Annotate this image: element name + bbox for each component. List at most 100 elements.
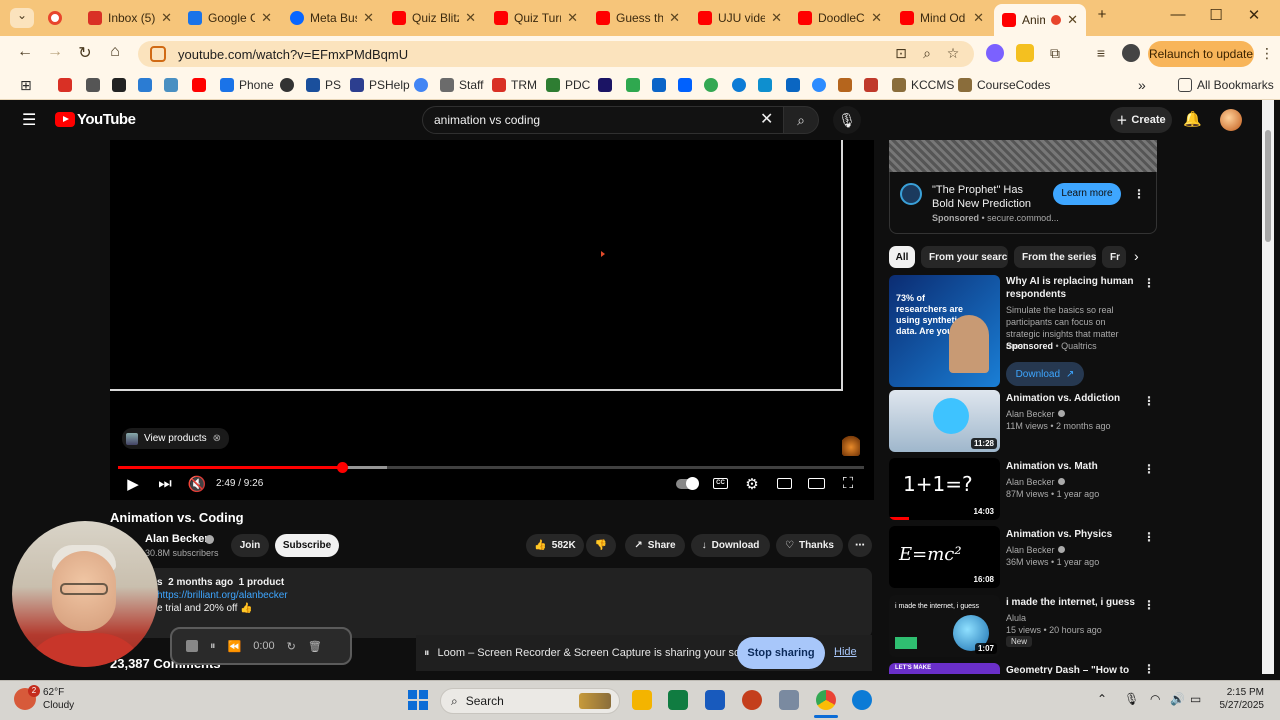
tab-uju[interactable]: UJU vide ✕: [690, 4, 790, 32]
bookmark-outlook[interactable]: [652, 76, 666, 94]
share-button[interactable]: ↗ Share: [625, 534, 685, 557]
tab-search-dropdown[interactable]: ⌄: [10, 8, 34, 28]
download-button[interactable]: ↓ Download: [691, 534, 770, 557]
bookmark-k[interactable]: [758, 76, 772, 94]
pause-sharing-icon[interactable]: ⏸: [424, 647, 430, 660]
tab-close-icon[interactable]: ✕: [567, 10, 578, 26]
tab-doodle[interactable]: DoodleC ✕: [790, 4, 890, 32]
bookmark-media[interactable]: [164, 76, 178, 94]
video-thumbnail[interactable]: LET'S MAKE: [889, 663, 1000, 674]
more-vertical-icon[interactable]: ⋮: [1143, 662, 1153, 674]
rewind-icon[interactable]: ⏪: [228, 640, 242, 653]
bookmark-link[interactable]: [626, 76, 640, 94]
tab-mind[interactable]: Mind Od ✕: [892, 4, 992, 32]
excel-icon[interactable]: [668, 690, 688, 710]
voice-search-mic-icon[interactable]: 🎙: [833, 106, 861, 134]
volume-icon[interactable]: 🔊: [1170, 692, 1185, 706]
channel-watermark-icon[interactable]: [842, 434, 860, 456]
pause-icon[interactable]: ⏸: [210, 640, 216, 653]
notifications-bell-icon[interactable]: 🔔: [1183, 110, 1202, 128]
ad-title[interactable]: "The Prophet" Has Bold New Prediction: [932, 183, 1042, 211]
bookmark-star-icon[interactable]: ☆: [944, 45, 962, 62]
channel-name[interactable]: Alan Becker: [1006, 477, 1065, 487]
bookmark-maps[interactable]: [704, 76, 718, 94]
more-vertical-icon[interactable]: ⋮: [1143, 462, 1155, 476]
subscribe-button[interactable]: Subscribe: [275, 534, 339, 557]
chip-more[interactable]: Fr: [1102, 246, 1126, 268]
like-button[interactable]: 👍 582K: [526, 534, 584, 557]
video-thumbnail[interactable]: 1+1=? 14:03: [889, 458, 1000, 520]
stop-recording-icon[interactable]: [186, 640, 198, 652]
ad-download-button[interactable]: Download ↗: [1006, 362, 1084, 386]
bookmark-misc2[interactable]: [864, 76, 878, 94]
bookmark-ps[interactable]: PS: [306, 76, 341, 94]
bookmark-edge2[interactable]: [732, 76, 746, 94]
channel-name[interactable]: Alula: [1006, 613, 1026, 623]
bookmark-edge[interactable]: [280, 76, 294, 94]
more-vertical-icon[interactable]: ⋮: [1143, 598, 1155, 612]
video-title[interactable]: Why AI is replacing human respondents: [1006, 275, 1142, 301]
powerpoint-icon[interactable]: [742, 690, 762, 710]
extension-icon[interactable]: [986, 44, 1004, 62]
search-input[interactable]: animation vs coding: [422, 106, 784, 134]
account-avatar[interactable]: [1220, 109, 1242, 131]
media-controls-icon[interactable]: ≡: [1092, 45, 1110, 61]
apps-grid-icon[interactable]: ⊞: [20, 76, 32, 94]
extension-icon[interactable]: [1016, 44, 1034, 62]
dislike-button[interactable]: 👎: [586, 534, 616, 557]
sponsored-thumbnail[interactable]: 73% of researchers are using synthetic d…: [889, 275, 1000, 387]
tab-quiz-blitz[interactable]: Quiz Blitz ✕: [384, 4, 484, 32]
learn-more-button[interactable]: Learn more: [1053, 183, 1121, 205]
autoplay-toggle[interactable]: [676, 477, 699, 490]
scrollbar-thumb[interactable]: [1265, 130, 1271, 242]
tab-close-icon[interactable]: ✕: [669, 10, 680, 26]
clock-date[interactable]: 5/27/2025: [1214, 700, 1265, 711]
clear-search-icon[interactable]: ✕: [760, 109, 773, 129]
video-title[interactable]: Animation vs. Addiction: [1006, 392, 1142, 405]
hide-banner-link[interactable]: Hide: [834, 646, 857, 658]
fullscreen-icon[interactable]: ⛶: [837, 475, 859, 492]
chip-all[interactable]: All: [889, 246, 915, 268]
maximize-window-icon[interactable]: ☐: [1204, 6, 1228, 24]
bookmark-trm[interactable]: TRM: [492, 76, 537, 94]
tab-inbox[interactable]: Inbox (5) ✕: [80, 4, 180, 32]
search-button[interactable]: ⌕: [783, 106, 819, 134]
youtube-logo-text[interactable]: YouTube: [77, 111, 136, 128]
video-title[interactable]: i made the internet, i guess: [1006, 596, 1142, 609]
all-bookmarks-folder[interactable]: All Bookmarks: [1178, 76, 1274, 94]
weather-temperature[interactable]: 62°F: [43, 687, 64, 698]
video-title[interactable]: Geometry Dash – "How to make: [1006, 664, 1142, 674]
bookmark-zoom[interactable]: [812, 76, 826, 94]
address-bar[interactable]: youtube.com/watch?v=EFmxPMdBqmU: [138, 41, 974, 67]
show-hidden-icons-icon[interactable]: ⌃: [1097, 692, 1107, 706]
microphone-icon[interactable]: 🎙: [1124, 692, 1139, 706]
delete-trash-icon[interactable]: 🗑: [308, 640, 322, 653]
back-arrow-icon[interactable]: ←: [14, 43, 36, 61]
extensions-puzzle-icon[interactable]: ⧉: [1046, 45, 1064, 62]
video-thumbnail[interactable]: i made the internet, i guess 1:07: [889, 595, 1000, 657]
clock-time[interactable]: 2:15 PM: [1214, 687, 1264, 698]
chip-from-your-search[interactable]: From your search: [921, 246, 1008, 268]
loom-webcam-bubble[interactable]: [12, 521, 158, 667]
next-video-icon[interactable]: ⏭: [154, 475, 176, 492]
more-bookmarks-icon[interactable]: »: [1138, 76, 1146, 94]
snipping-tool-icon[interactable]: [779, 690, 799, 710]
bookmark-pshelp[interactable]: PSHelp: [350, 76, 410, 94]
relaunch-update-button[interactable]: Relaunch to update: [1148, 41, 1254, 67]
word-icon[interactable]: [705, 690, 725, 710]
join-button[interactable]: Join: [231, 534, 269, 557]
bookmark-v[interactable]: [598, 76, 612, 94]
progress-scrubber-handle[interactable]: [336, 462, 348, 473]
tab-animation-vs-coding[interactable]: Anim ✕: [994, 4, 1086, 36]
channel-name[interactable]: Alan Becker: [145, 533, 209, 545]
bookmark-linkedin[interactable]: [786, 76, 800, 94]
more-vertical-icon[interactable]: ⋮: [1143, 394, 1155, 408]
muted-volume-icon[interactable]: 🔇: [186, 475, 208, 493]
weather-description[interactable]: Cloudy: [43, 700, 74, 711]
tab-close-icon[interactable]: ✕: [771, 10, 782, 26]
video-title[interactable]: Animation vs. Physics: [1006, 528, 1142, 541]
bookmark-dropbox[interactable]: [678, 76, 692, 94]
tab-guess[interactable]: Guess th ✕: [588, 4, 688, 32]
description-link[interactable]: https://brilliant.org/alanbecker: [157, 590, 288, 601]
bookmark-staff[interactable]: Staff: [440, 76, 483, 94]
